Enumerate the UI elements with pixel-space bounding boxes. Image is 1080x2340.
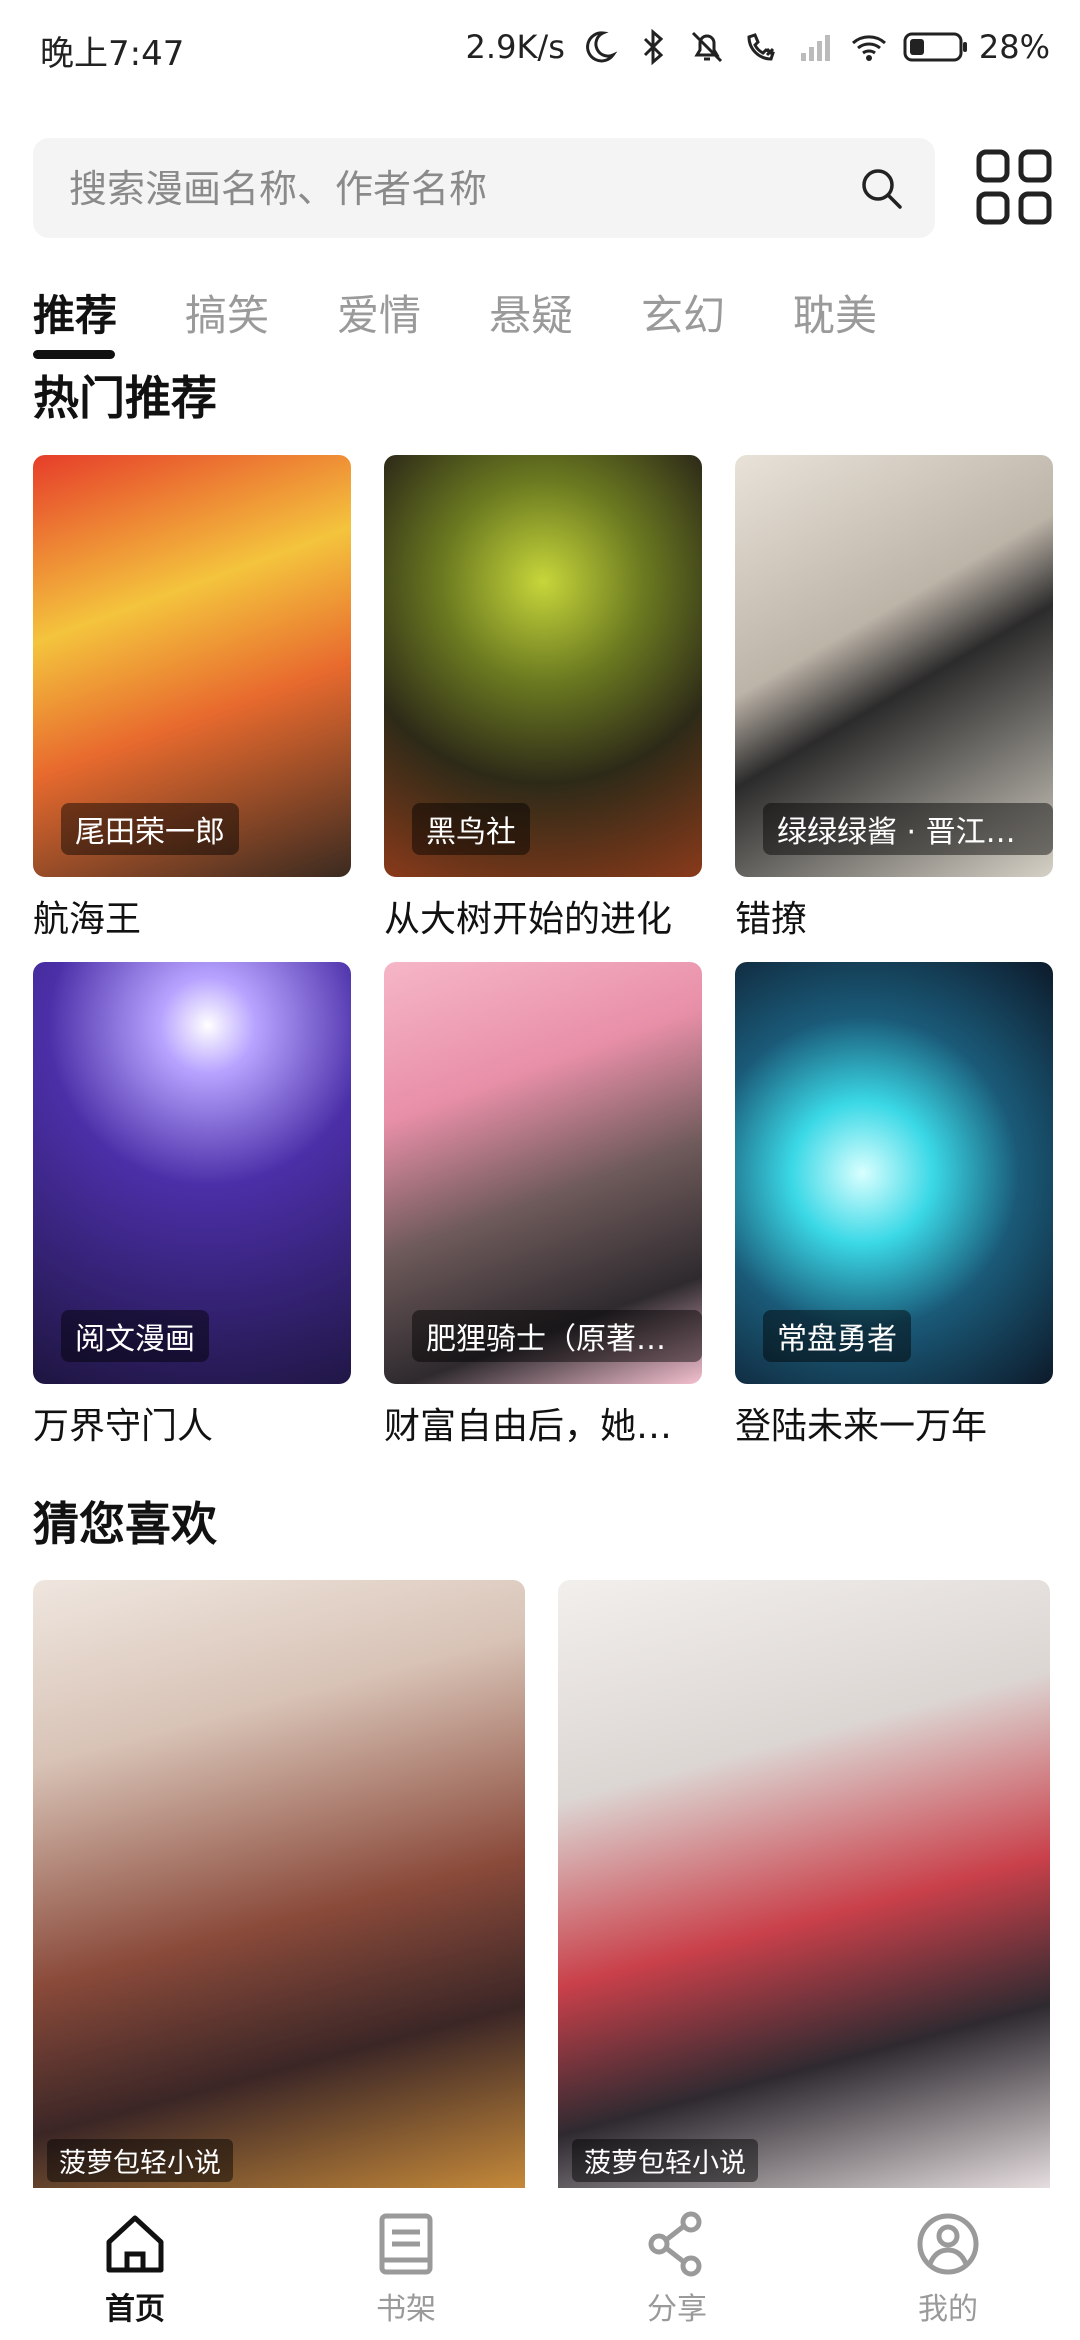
comic-cover[interactable]: 常盘勇者 (735, 962, 1053, 1384)
bottom-nav: 首页 书架 分享 我的 (0, 2188, 1080, 2340)
comic-title[interactable]: 航海王 (33, 890, 351, 942)
comic-cover[interactable]: 肥狸骑士（原著：起点） (384, 962, 702, 1384)
nav-bookshelf[interactable]: 书架 (326, 2208, 486, 2328)
cover-author: 菠萝包轻小说 (572, 2139, 758, 2182)
comic-cover[interactable]: 黑鸟社 (384, 455, 702, 877)
nav-profile[interactable]: 我的 (868, 2208, 1028, 2328)
battery-icon (903, 32, 967, 62)
comic-title[interactable]: 从大树开始的进化 (384, 890, 702, 942)
status-time: 晚上7:47 (40, 34, 185, 74)
guess-section-title: 猜您喜欢 (33, 1497, 217, 1551)
hot-section-title: 热门推荐 (33, 371, 217, 425)
search-input[interactable] (67, 138, 851, 240)
comic-cover[interactable]: 绿绿绿酱 · 晋江文学城 (735, 455, 1053, 877)
comic-cover[interactable]: 菠萝包轻小说 (558, 1580, 1050, 2190)
nav-share[interactable]: 分享 (597, 2208, 757, 2328)
comic-title[interactable]: 登陆未来一万年 (735, 1397, 1053, 1449)
signal-icon (800, 35, 830, 61)
status-icons: 2.9K/s 28% (466, 22, 1050, 72)
moon-icon (586, 31, 618, 63)
nav-label: 分享 (647, 2292, 707, 2327)
tab-fantasy[interactable]: 玄幻 (641, 282, 793, 343)
cover-author: 肥狸骑士（原著：起点） (412, 1310, 702, 1362)
status-bar: 晚上7:47 2.9K/s 28% (0, 0, 1080, 96)
tab-recommend[interactable]: 推荐 (33, 282, 185, 343)
wifi-icon (851, 35, 886, 61)
profile-icon (917, 2213, 979, 2275)
cover-author: 常盘勇者 (763, 1310, 911, 1362)
comic-cover[interactable]: 尾田荣一郎 (33, 455, 351, 877)
call-icon (747, 33, 775, 61)
cover-author: 阅文漫画 (61, 1310, 209, 1362)
bookshelf-icon (379, 2213, 433, 2275)
category-grid-icon[interactable] (975, 148, 1053, 226)
category-tabs: 推荐 搞笑 爱情 悬疑 玄幻 耽美 (33, 282, 945, 343)
mute-bell-icon (691, 31, 722, 63)
cover-author: 黑鸟社 (412, 803, 530, 855)
tab-indicator (33, 350, 115, 359)
tab-mystery[interactable]: 悬疑 (489, 282, 641, 343)
comic-cover[interactable]: 阅文漫画 (33, 962, 351, 1384)
cover-author: 绿绿绿酱 · 晋江文学城 (763, 803, 1053, 855)
bluetooth-icon (643, 28, 664, 66)
nav-label: 我的 (918, 2292, 978, 2327)
comic-title[interactable]: 错撩 (735, 890, 1053, 942)
cover-author: 菠萝包轻小说 (47, 2139, 233, 2182)
battery-level: 28% (978, 28, 1050, 66)
nav-label: 首页 (105, 2292, 165, 2327)
search-icon[interactable] (857, 164, 905, 212)
tab-bl[interactable]: 耽美 (793, 282, 945, 343)
tab-comedy[interactable]: 搞笑 (185, 282, 337, 343)
share-icon (648, 2211, 702, 2277)
network-speed: 2.9K/s (465, 28, 565, 66)
comic-title[interactable]: 万界守门人 (33, 1397, 351, 1449)
comic-title[interactable]: 财富自由后，她成了所有人的白月光 (384, 1397, 702, 1449)
battery: 28% (903, 28, 1050, 66)
comic-cover[interactable]: 菠萝包轻小说 (33, 1580, 525, 2190)
nav-home[interactable]: 首页 (55, 2208, 215, 2328)
search-bar[interactable] (33, 138, 935, 240)
home-icon (106, 2215, 164, 2273)
nav-label: 书架 (376, 2292, 436, 2327)
cover-author: 尾田荣一郎 (61, 803, 239, 855)
tab-romance[interactable]: 爱情 (337, 282, 489, 343)
